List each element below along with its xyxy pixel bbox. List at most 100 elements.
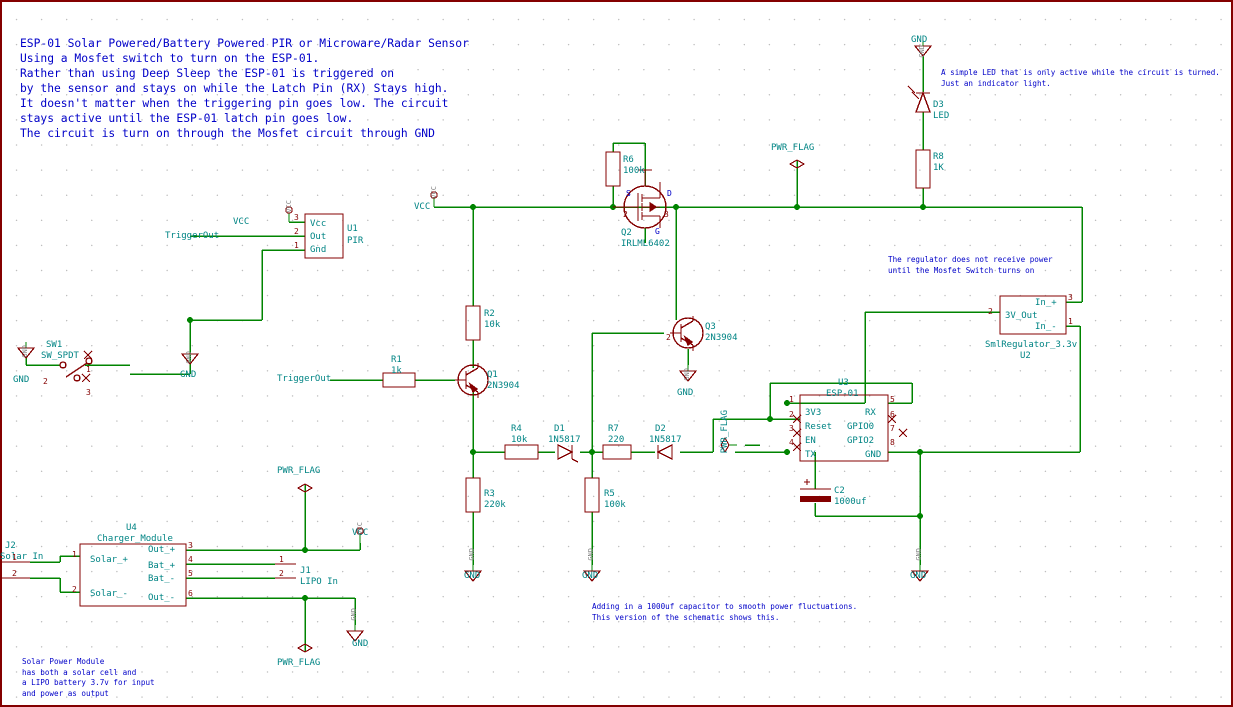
r3-value: 220k (484, 500, 506, 510)
u4-pin-solarp: Solar_+ (90, 555, 128, 565)
gnd-symbol-text-led: GND (918, 45, 926, 58)
d1-ref: D1 (554, 424, 565, 434)
net-label-vcc-pir: VCC (233, 217, 250, 227)
q3-pin-num-2: 2 (666, 333, 671, 342)
q2-value: IRLML6402 (621, 239, 670, 249)
j2-pinnum-1: 1 (12, 553, 17, 562)
led-note: A simple LED that is only active while t… (941, 68, 1220, 88)
sw1-pin-2: 2 (43, 377, 48, 386)
u3-pinnum-1: 1 (789, 395, 794, 404)
q3-ref: Q3 (705, 322, 716, 332)
r1-ref: R1 (391, 355, 402, 365)
gnd-symbol-text-sw: GND (21, 345, 29, 358)
capacitor-note: Adding in a 1000uf capacitor to smooth p… (592, 602, 858, 622)
r8-value: 1K (933, 163, 944, 173)
net-label-trigger-out-1: TriggerOut (165, 231, 220, 241)
net-label-gnd-led: GND (911, 35, 928, 45)
q1-value: 2N3904 (487, 381, 520, 391)
u4-pinnum-1: 1 (72, 550, 77, 559)
gnd-symbol-text-q3: GND (683, 368, 691, 381)
r2-value: 10k (484, 320, 501, 330)
gnd-symbol-text-charger: GND (350, 608, 358, 621)
vcc-symbol-text-main: VCC (430, 186, 438, 199)
net-label-pwr-flag-bottom: PWR_FLAG (277, 658, 321, 668)
r5-ref: R5 (604, 489, 615, 499)
q2-pin-d: D (667, 189, 672, 198)
u4-pin-solarn: Solar_- (90, 589, 128, 599)
u4-pinnum-2: 2 (72, 585, 77, 594)
gnd-symbol-text-r3: GND (468, 548, 476, 561)
q2-ref: Q2 (621, 228, 632, 238)
u3-pin-rx: RX (865, 408, 876, 418)
u2-pin-inp: In_+ (1035, 298, 1057, 308)
j1-value: LIPO In (300, 577, 338, 587)
q2-pin-num-3: 3 (664, 210, 669, 219)
net-label-gnd-r5: GND (582, 571, 599, 581)
u4-pin-batn: Bat_- (148, 574, 176, 584)
u3-pin-gpio2: GPIO2 (847, 436, 875, 446)
regulator-note: The regulator does not receive power unt… (888, 255, 1053, 275)
u3-pin-gpio0: GPIO0 (847, 422, 875, 432)
c2-value: 1000uf (834, 497, 867, 507)
u1-pin-gnd: Gnd (310, 245, 327, 255)
q2-pin-s: S (626, 189, 631, 198)
q1-ref: Q1 (487, 370, 498, 380)
u3-pinnum-3: 3 (789, 424, 794, 433)
net-label-gnd-pir: GND (180, 370, 197, 380)
sw1-value: SW_SPDT (41, 351, 79, 361)
u3-ref: U3 (838, 378, 849, 388)
r6-value: 100k (623, 166, 645, 176)
r7-ref: R7 (608, 424, 619, 434)
u3-pin-en: EN (805, 436, 816, 446)
net-label-trigger-out-2: TriggerOut (277, 374, 332, 384)
net-label-vcc-main: VCC (414, 202, 431, 212)
u3-pinnum-4: 4 (789, 438, 794, 447)
j2-pinnum-2: 2 (12, 569, 17, 578)
q2-pin-g: G (655, 227, 660, 236)
u4-pin-outp: Out_+ (148, 545, 176, 555)
u4-ref: U4 (126, 523, 137, 533)
r8-ref: R8 (933, 152, 944, 162)
r1-value: 1k (391, 366, 402, 376)
u3-pinnum-5: 5 (890, 395, 895, 404)
u3-pinnum-7: 7 (890, 424, 895, 433)
u1-value: PIR (347, 236, 364, 246)
d1-value: 1N5817 (548, 435, 581, 445)
j1-pinnum-1: 1 (279, 555, 284, 564)
u3-pinnum-6: 6 (890, 410, 895, 419)
net-label-gnd-charger: GND (352, 639, 369, 649)
net-label-gnd-r3: GND (464, 571, 481, 581)
r3-ref: R3 (484, 489, 495, 499)
gnd-symbol-text-esp: GND (915, 548, 923, 561)
sw1-pin-1: 1 (86, 365, 91, 374)
r6-ref: R6 (623, 155, 634, 165)
u3-pin-reset: Reset (805, 422, 833, 432)
u2-pinnum-1: 1 (1068, 317, 1073, 326)
gnd-symbol-text-r5: GND (587, 548, 595, 561)
u1-pin-out: Out (310, 232, 327, 242)
net-label-pwr-flag-mid: PWR_FLAG (277, 466, 321, 476)
r2-ref: R2 (484, 309, 495, 319)
j1-ref: J1 (300, 566, 311, 576)
u2-pin-3vout: 3V_Out (1005, 311, 1038, 321)
net-label-gnd-sw: GND (13, 375, 30, 385)
q3-value: 2N3904 (705, 333, 738, 343)
j1-pinnum-2: 2 (279, 569, 284, 578)
d3-ref: D3 (933, 100, 944, 110)
net-label-gnd-q3: GND (677, 388, 694, 398)
u2-ref: U2 (1020, 351, 1031, 361)
d2-value: 1N5817 (649, 435, 682, 445)
j2-ref: J2 (5, 541, 16, 551)
u3-pin-tx: TX (805, 450, 816, 460)
u4-pinnum-6: 6 (188, 589, 193, 598)
r4-value: 10k (511, 435, 528, 445)
u1-pinnum-3: 3 (294, 213, 299, 222)
c2-ref: C2 (834, 486, 845, 496)
u1-pinnum-2: 2 (294, 227, 299, 236)
net-label-gnd-esp: GND (910, 571, 927, 581)
u3-pinnum-2: 2 (789, 410, 794, 419)
vcc-symbol-text-pir: VCC (285, 200, 293, 213)
u4-pinnum-3: 3 (188, 541, 193, 550)
u3-pin-gnd: GND (865, 450, 882, 460)
u3-value: ESP-01 (826, 389, 859, 399)
